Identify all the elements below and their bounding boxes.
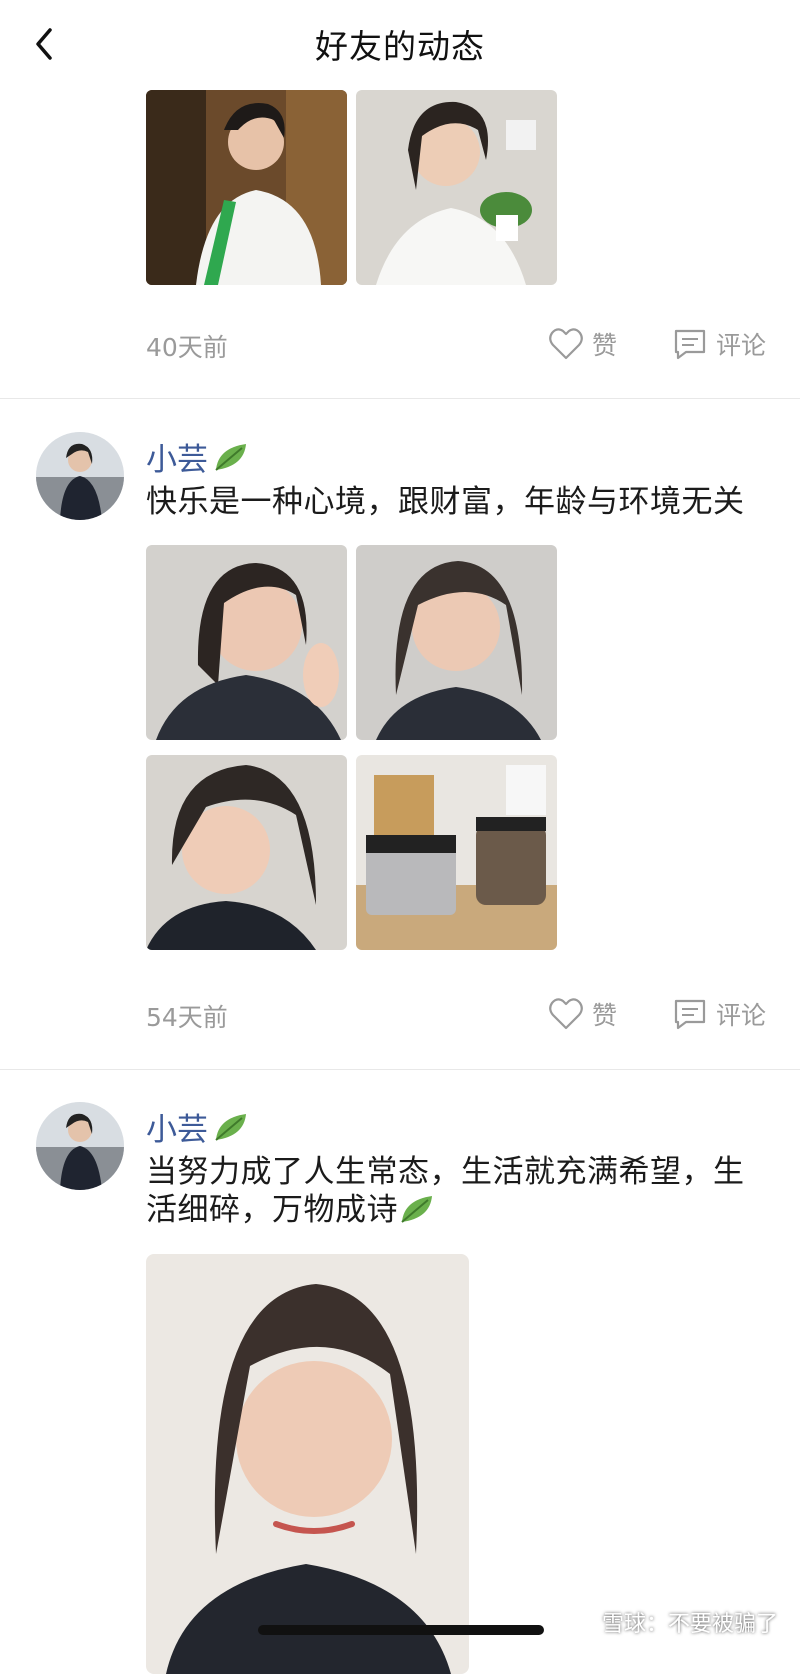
like-button[interactable]: 赞 [548, 996, 617, 1032]
heart-icon [549, 998, 583, 1030]
avatar[interactable] [36, 432, 124, 520]
post-text-content: 当努力成了人生常态，生活就充满希望，生活细碎，万物成诗 [146, 1154, 745, 1228]
like-button[interactable]: 赞 [548, 326, 617, 362]
watermark-text: 雪球：不要被骗了 [601, 1612, 778, 1637]
post-photo[interactable] [146, 545, 347, 740]
post-text: 快乐是一种心境，跟财富，年龄与环境无关 [146, 484, 745, 520]
leaf-icon [401, 1196, 432, 1223]
username[interactable]: 小芸 [146, 1104, 250, 1149]
post-photo[interactable] [146, 1254, 469, 1674]
snowball-logo-icon [569, 1609, 596, 1635]
post-text: 当努力成了人生常态，生活就充满希望，生活细碎，万物成诗 [146, 1153, 766, 1229]
leaf-icon [215, 443, 246, 471]
post-photo[interactable] [146, 755, 347, 950]
comment-button[interactable]: 评论 [672, 326, 766, 362]
like-label: 赞 [592, 1001, 618, 1030]
avatar[interactable] [36, 1102, 124, 1190]
username[interactable]: 小芸 [146, 434, 250, 479]
heart-icon [549, 328, 583, 360]
divider [0, 398, 800, 399]
post-time: 54天前 [146, 1003, 228, 1032]
like-label: 赞 [592, 331, 618, 360]
watermark: 雪球：不要被骗了 [569, 1606, 778, 1638]
username-text: 小芸 [146, 442, 208, 478]
page-title: 好友的动态 [315, 27, 485, 66]
comment-label: 评论 [716, 331, 767, 360]
comment-icon [674, 999, 706, 1030]
home-indicator [258, 1625, 544, 1635]
divider [0, 1069, 800, 1070]
comment-label: 评论 [716, 1001, 767, 1030]
post-photo[interactable] [356, 755, 557, 950]
username-text: 小芸 [146, 1112, 208, 1148]
comment-button[interactable]: 评论 [672, 996, 766, 1032]
top-bar: 好友的动态 [0, 0, 800, 86]
comment-icon [674, 329, 706, 360]
post-time: 40天前 [146, 333, 228, 362]
post-photo[interactable] [146, 90, 347, 285]
post-photo[interactable] [356, 90, 557, 285]
post-photo[interactable] [356, 545, 557, 740]
leaf-icon [215, 1113, 246, 1141]
